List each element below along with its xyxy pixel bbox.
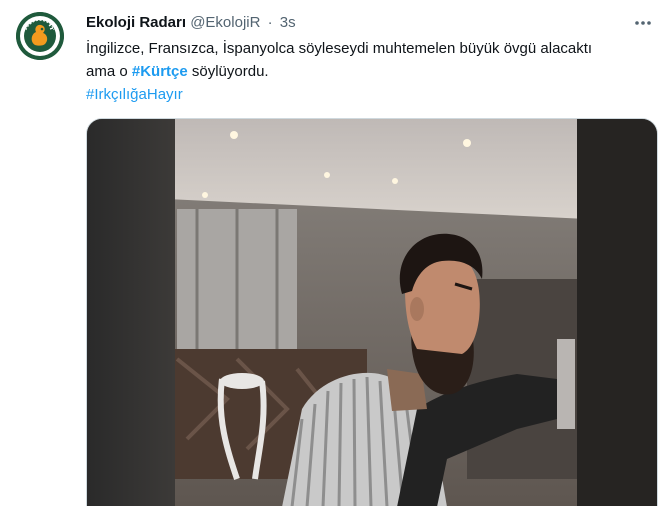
author-name[interactable]: Ekoloji Radarı xyxy=(86,14,186,31)
hashtag-kurtce[interactable]: #Kürtçe xyxy=(132,63,188,80)
tweet-text: İngilizce, Fransızca, İspanyolca söylese… xyxy=(86,37,658,106)
separator-dot: · xyxy=(267,14,273,31)
tweet-media-video[interactable] xyxy=(86,118,658,506)
more-options-button[interactable] xyxy=(632,14,654,32)
tweet-text-line3: #IrkçılığaHayır xyxy=(86,83,658,106)
tweet[interactable]: Ekoloji Radarı @EkolojiR · 3s İngilizce,… xyxy=(0,0,672,506)
text-suffix: söylüyordu. xyxy=(187,63,269,80)
more-icon xyxy=(635,21,651,25)
author-handle[interactable]: @EkolojiR xyxy=(190,14,260,31)
hashtag-irkciliga-hayir[interactable]: #IrkçılığaHayır xyxy=(86,86,183,103)
tweet-time[interactable]: 3s xyxy=(280,14,296,31)
avatar-logo-icon xyxy=(16,12,64,60)
tweet-text-line2: ama o #Kürtçe söylüyordu. xyxy=(86,60,658,83)
avatar[interactable] xyxy=(16,12,64,60)
tweet-header: Ekoloji Radarı @EkolojiR · 3s xyxy=(86,12,656,34)
tweet-text-line1: İngilizce, Fransızca, İspanyolca söylese… xyxy=(86,40,593,57)
video-frame xyxy=(87,119,657,506)
text-prefix: ama o xyxy=(86,63,132,80)
